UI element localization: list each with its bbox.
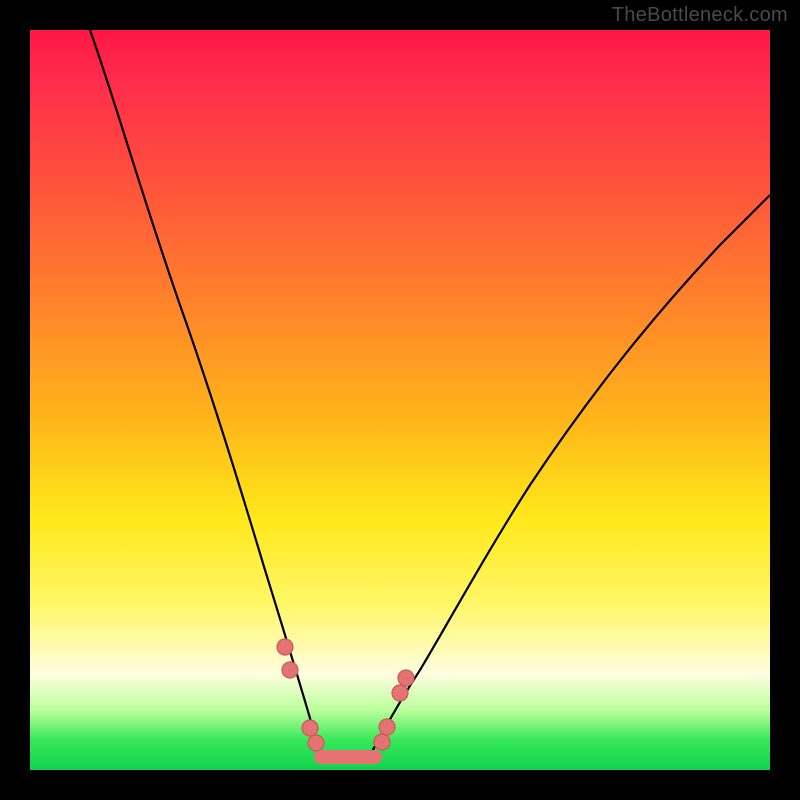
marker-dot xyxy=(282,662,298,678)
marker-dot xyxy=(302,720,318,736)
marker-dot xyxy=(379,719,395,735)
chart-svg xyxy=(30,30,770,770)
marker-dot xyxy=(374,734,390,750)
marker-dot xyxy=(398,670,414,686)
marker-dot xyxy=(392,685,408,701)
highlight-markers xyxy=(277,639,414,751)
watermark-text: TheBottleneck.com xyxy=(612,4,788,27)
marker-dot xyxy=(277,639,293,655)
marker-dot xyxy=(308,735,324,751)
plot-area xyxy=(30,30,770,770)
right-branch-curve xyxy=(370,195,770,755)
chart-frame: TheBottleneck.com xyxy=(0,0,800,800)
